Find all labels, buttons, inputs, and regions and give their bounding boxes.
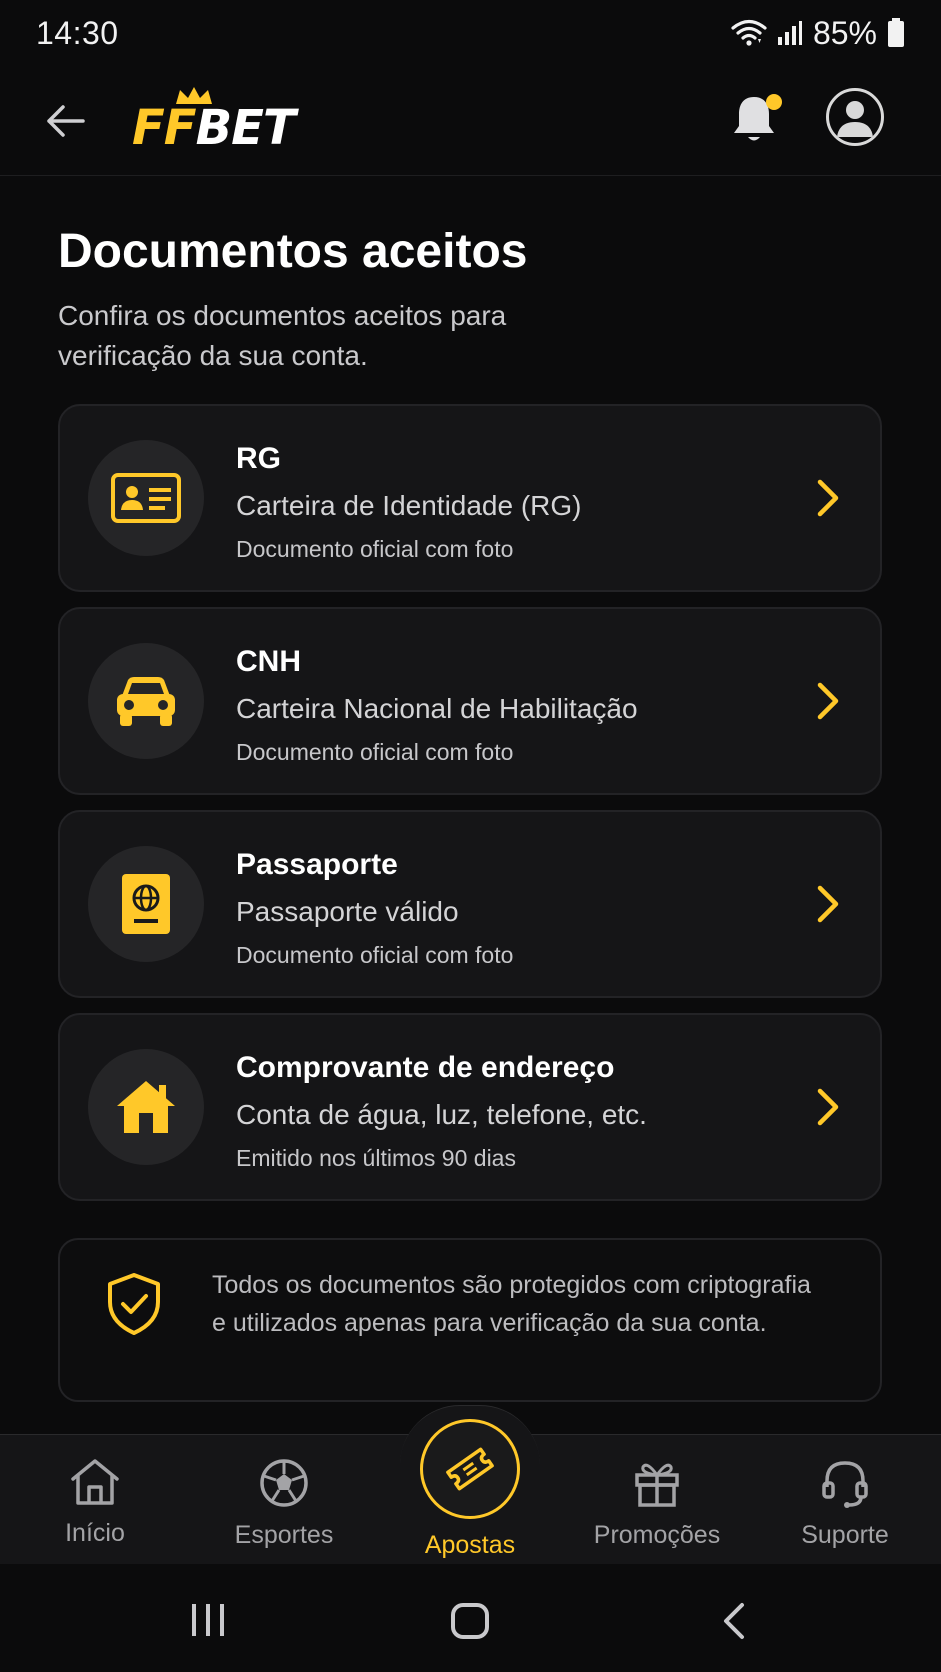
nav-label: Início	[65, 1519, 125, 1547]
chevron-right-icon	[817, 1088, 839, 1126]
document-icon-wrap	[88, 643, 204, 759]
chevron-right-icon	[817, 682, 839, 720]
passport-icon	[122, 874, 170, 934]
ticket-icon	[446, 1447, 494, 1491]
nav-label: Esportes	[234, 1521, 334, 1549]
document-note: Emitido nos últimos 90 dias	[236, 1145, 516, 1171]
bottom-navigation: Início Esportes Apostas Promoções Suport…	[0, 1405, 941, 1564]
document-title: CNH	[236, 645, 301, 678]
headset-icon	[822, 1461, 868, 1508]
nav-item-apostas[interactable]: Apostas	[390, 1419, 550, 1559]
document-description: Passaporte válido	[236, 896, 459, 927]
page-subtitle: Confira os documentos aceitos para verif…	[58, 300, 507, 371]
document-card-address-proof[interactable]: Comprovante de endereço Conta de água, l…	[58, 1013, 882, 1201]
shield-check-icon	[108, 1273, 160, 1335]
soccer-ball-icon	[260, 1459, 308, 1507]
document-icon-wrap	[88, 440, 204, 556]
document-note: Documento oficial com foto	[236, 536, 514, 562]
document-card-cnh[interactable]: CNH Carteira Nacional de Habilitação Doc…	[58, 607, 882, 795]
profile-button[interactable]	[826, 88, 884, 146]
nav-item-esportes[interactable]: Esportes	[204, 1457, 364, 1557]
back-system-icon[interactable]	[720, 1602, 750, 1640]
document-title: Comprovante de endereço	[236, 1051, 615, 1084]
back-button[interactable]	[40, 96, 90, 146]
document-title: Passaporte	[236, 848, 398, 881]
system-navigation-bar	[0, 1564, 941, 1672]
nav-item-promocoes[interactable]: Promoções	[577, 1457, 737, 1557]
status-time: 14:30	[36, 14, 119, 51]
battery-percent: 85%	[812, 14, 877, 51]
arrow-left-icon	[47, 105, 85, 137]
document-card-passport[interactable]: Passaporte Passaporte válido Documento o…	[58, 810, 882, 998]
document-description: Carteira Nacional de Habilitação	[236, 693, 638, 724]
house-icon	[117, 1081, 175, 1133]
notification-dot	[766, 94, 782, 110]
user-avatar-icon	[837, 101, 873, 137]
chevron-right-icon	[817, 885, 839, 923]
nav-item-inicio[interactable]: Início	[15, 1457, 175, 1557]
ffbet-logo[interactable]: FFBET	[132, 84, 332, 164]
chevron-right-icon	[817, 479, 839, 517]
status-icons: 85%	[731, 15, 905, 52]
security-info-card: Todos os documentos são protegidos com c…	[58, 1238, 882, 1402]
id-card-icon	[111, 473, 181, 523]
nav-label: Promoções	[593, 1521, 721, 1549]
notifications-button[interactable]	[728, 88, 784, 148]
page-title: Documentos aceitos	[58, 225, 528, 278]
signal-icon	[777, 21, 802, 45]
document-icon-wrap	[88, 846, 204, 962]
recent-apps-icon[interactable]	[188, 1602, 228, 1638]
document-icon-wrap	[88, 1049, 204, 1165]
battery-icon	[888, 18, 904, 47]
document-description: Carteira de Identidade (RG)	[236, 490, 582, 521]
document-description: Conta de água, luz, telefone, etc.	[236, 1099, 647, 1130]
logo-text: FFBET	[132, 100, 296, 156]
document-card-rg[interactable]: RG Carteira de Identidade (RG) Documento…	[58, 404, 882, 592]
document-note: Documento oficial com foto	[236, 942, 514, 968]
nav-item-suporte[interactable]: Suporte	[765, 1457, 925, 1557]
nav-label: Apostas	[424, 1531, 516, 1559]
gift-icon	[635, 1463, 679, 1507]
nav-center-button[interactable]	[420, 1419, 520, 1519]
nav-label: Suporte	[801, 1521, 889, 1549]
document-note: Documento oficial com foto	[236, 739, 514, 765]
status-bar: 14:30 85%	[0, 0, 941, 66]
app-header: FFBET	[0, 66, 941, 176]
home-system-icon[interactable]	[450, 1602, 490, 1640]
document-title: RG	[236, 442, 281, 475]
home-icon	[71, 1459, 119, 1505]
car-icon	[117, 677, 175, 726]
wifi-icon	[731, 19, 767, 46]
security-info-text: Todos os documentos são protegidos com c…	[212, 1271, 811, 1337]
